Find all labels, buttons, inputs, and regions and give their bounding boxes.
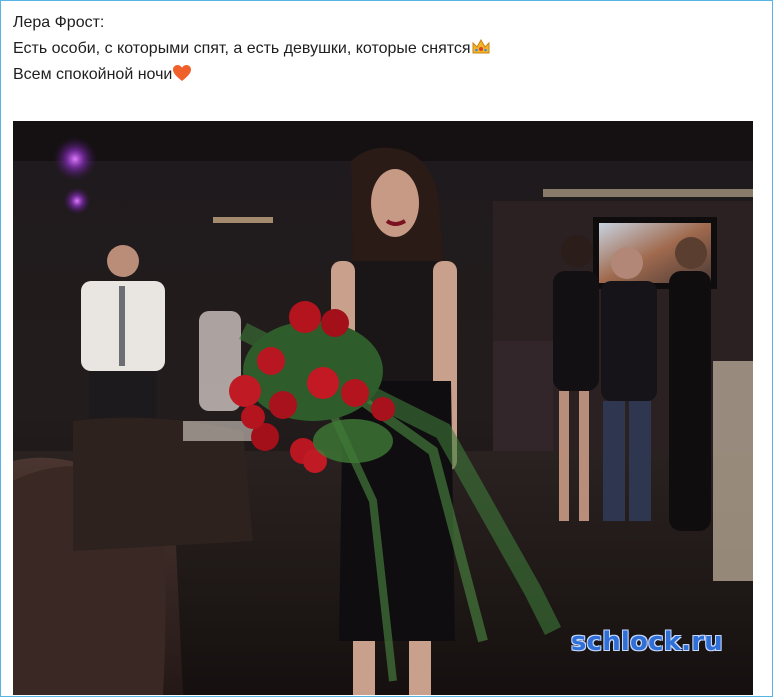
post-author: Лера Фрост:: [13, 14, 105, 31]
post-photo[interactable]: schlock.ru: [13, 121, 753, 695]
post-line-1: Есть особи, с которыми спят, а есть деву…: [13, 36, 761, 62]
crown-icon: [472, 38, 490, 54]
post-text: Лера Фрост: Есть особи, с которыми спят,…: [13, 10, 761, 88]
watermark-text: schlock.ru: [570, 627, 723, 657]
post-author-line: Лера Фрост:: [13, 10, 761, 36]
post-line-2-text: Всем спокойной ночи: [13, 66, 173, 83]
heart-icon: [173, 65, 192, 81]
photo-image: [13, 121, 753, 695]
post-line-2: Всем спокойной ночи: [13, 62, 761, 88]
post-line-1-text: Есть особи, с которыми спят, а есть деву…: [13, 40, 471, 57]
